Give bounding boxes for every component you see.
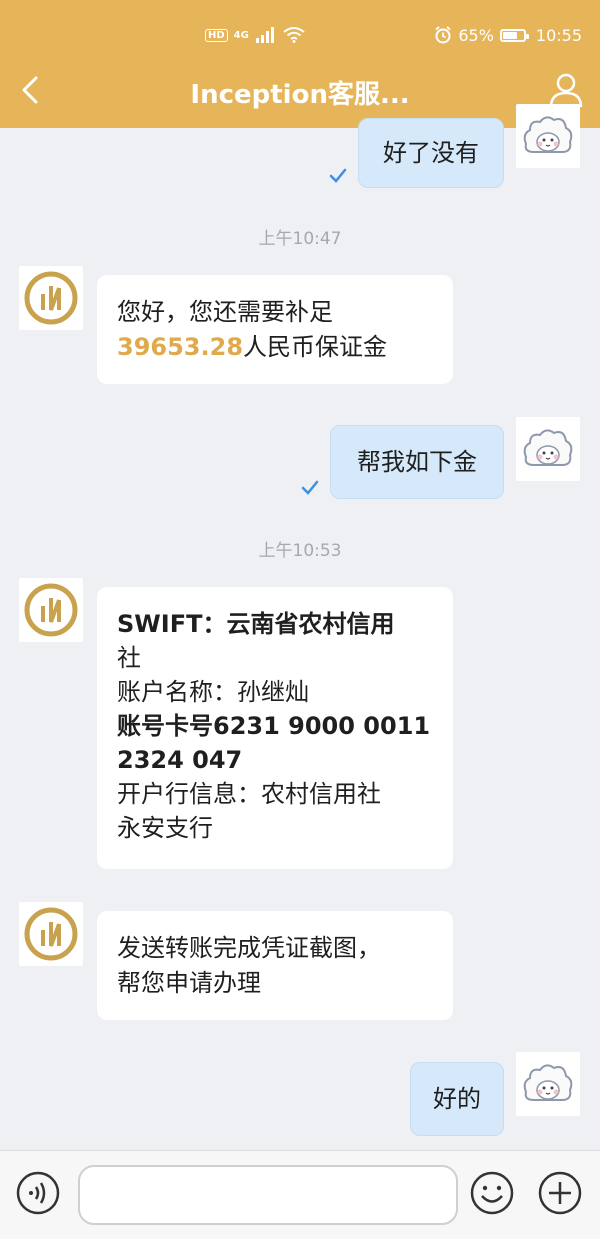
agent-logo-icon (19, 266, 83, 330)
message-text: 人民币保证金 (243, 333, 388, 361)
message-line: 发送转账完成凭证截图， (117, 934, 381, 962)
agent-avatar[interactable] (19, 266, 83, 330)
message-line: 帮您申请办理 (117, 969, 261, 997)
status-time: 10:55 (535, 25, 582, 45)
message-line: 永安支行 (117, 814, 213, 842)
app-header: HD 4G 65% 10:55 Inception客服... (0, 0, 600, 128)
input-bar (0, 1150, 600, 1239)
sheep-avatar-icon (516, 104, 580, 168)
agent-logo-icon (19, 902, 83, 966)
message-bubble-outgoing[interactable]: 帮我如下金 (330, 425, 504, 499)
message-bubble-outgoing[interactable]: 好的 (410, 1062, 504, 1136)
message-line: 账户名称：孙继灿 (117, 678, 309, 706)
user-avatar[interactable] (516, 104, 580, 168)
status-right: 65% 10:55 (434, 22, 582, 48)
message-line: 社 (117, 644, 141, 672)
message-line: 账号卡号6231 9000 0011 (117, 712, 431, 740)
hd-badge: HD (205, 28, 228, 42)
timestamp: 上午10:47 (258, 229, 342, 249)
battery-icon (499, 28, 529, 42)
read-check-icon (301, 480, 319, 495)
message-bubble-incoming[interactable]: SWIFT：云南省农村信用 社 账户名称：孙继灿 账号卡号6231 9000 0… (97, 587, 453, 869)
page-title: Inception客服... (190, 80, 410, 110)
message-line: SWIFT：云南省农村信用 (117, 610, 395, 638)
signal-icon (255, 27, 274, 43)
sheep-avatar-icon (516, 417, 580, 481)
agent-avatar[interactable] (19, 902, 83, 966)
message-text: 您好，您还需要补足 (117, 298, 333, 326)
amount-highlight: 39653.28 (117, 333, 244, 361)
wifi-icon (283, 27, 305, 43)
user-avatar[interactable] (516, 417, 580, 481)
message-bubble-incoming[interactable]: 发送转账完成凭证截图， 帮您申请办理 (97, 911, 453, 1020)
message-input[interactable] (78, 1165, 458, 1225)
message-bubble-incoming[interactable]: 您好，您还需要补足 39653.28人民币保证金 (97, 275, 453, 384)
read-check-icon (329, 168, 347, 183)
agent-avatar[interactable] (19, 578, 83, 642)
message-bubble-outgoing[interactable]: 好了没有 (358, 118, 504, 188)
message-text: 好的 (433, 1084, 481, 1113)
timestamp: 上午10:53 (258, 541, 342, 561)
message-line: 2324 047 (117, 746, 243, 774)
emoji-icon[interactable] (470, 1171, 514, 1215)
agent-logo-icon (19, 578, 83, 642)
network-label: 4G (233, 29, 249, 41)
sheep-avatar-icon (516, 1052, 580, 1116)
user-avatar[interactable] (516, 1052, 580, 1116)
message-line: 开户行信息：农村信用社 (117, 780, 381, 808)
message-text: 帮我如下金 (357, 447, 477, 476)
voice-icon[interactable] (16, 1171, 60, 1215)
alarm-icon (435, 26, 451, 44)
message-text: 好了没有 (383, 138, 479, 167)
battery-percent: 65% (458, 25, 494, 45)
status-network: HD 4G (205, 22, 305, 48)
plus-icon[interactable] (538, 1171, 582, 1215)
